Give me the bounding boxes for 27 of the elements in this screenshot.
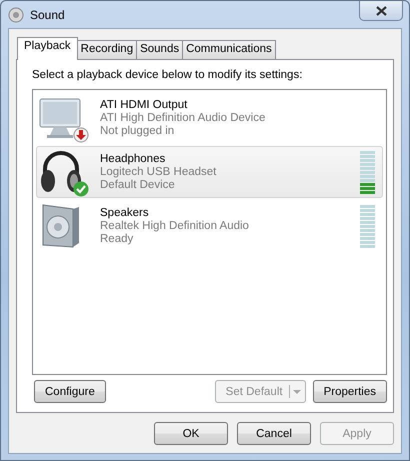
close-icon [374,4,388,16]
close-button[interactable] [359,1,403,21]
unplugged-badge-icon [73,127,89,143]
window-title: Sound [30,8,66,22]
check-badge-icon [73,181,89,197]
tab[interactable]: Sounds [136,40,184,59]
button[interactable]: Cancel [237,422,311,445]
tab[interactable]: Playback [17,37,78,60]
device-name: Headphones [100,152,166,166]
button[interactable]: OK [154,422,228,445]
device-driver: Logitech USB Headset [100,166,218,178]
tab[interactable]: Communications [182,40,276,59]
device-row[interactable]: Headphones Logitech USB Headset Default Device [36,146,383,198]
instruction-text: Select a playback device below to modify its settings: [32,69,304,81]
device-driver: ATI High Definition Audio Device [100,112,266,124]
device-status: Not plugged in [100,124,176,138]
device-name: Speakers [100,206,150,220]
device-driver: Realtek High Definition Audio [100,220,250,232]
button[interactable]: Properties [312,380,387,403]
device-row[interactable]: ATI HDMI Output ATI High Definition Audio Device Not plugged in [36,92,383,144]
button[interactable]: Configure [34,380,106,403]
device-status: Default Device [100,178,176,192]
tab[interactable]: Recording [76,40,138,59]
dropdown-arrow-icon [292,390,301,394]
device-row[interactable]: Speakers Realtek High Definition Audio Ready [36,200,383,252]
device-name: ATI HDMI Output [100,98,188,112]
device-status: Ready [100,232,134,246]
